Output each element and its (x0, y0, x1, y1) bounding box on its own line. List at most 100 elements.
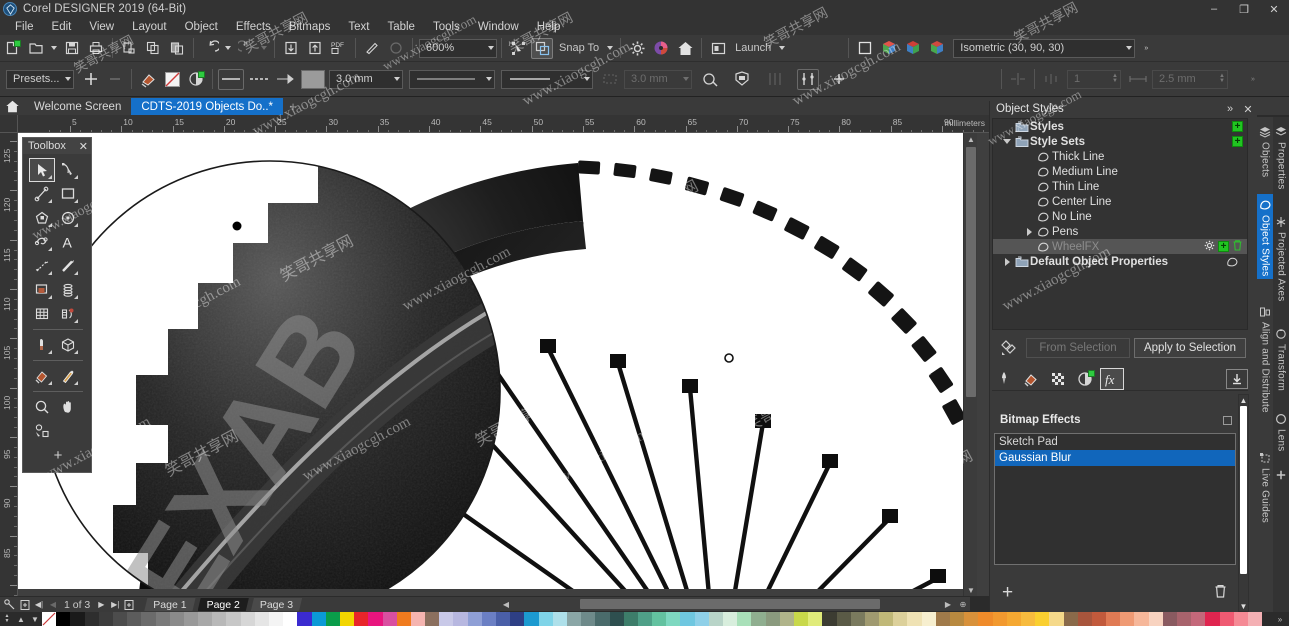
color-swatch[interactable] (1035, 612, 1050, 626)
style-tree-node[interactable]: WheelFX + (993, 239, 1247, 254)
canvas-horizontal-scrollbar[interactable]: ◀ ▶ ⊕ (500, 597, 970, 611)
page-tab[interactable]: Page 3 (250, 598, 303, 611)
page-settings-icon[interactable] (0, 598, 18, 612)
color-swatch[interactable] (1120, 612, 1135, 626)
export-button[interactable] (304, 38, 326, 59)
transparency-icon[interactable] (1046, 368, 1070, 390)
expander-collapsed-icon[interactable] (1023, 227, 1035, 236)
touch-up-button[interactable] (361, 38, 383, 59)
palette-scroll-down-icon[interactable]: ▼ (5, 619, 10, 624)
bitmap-effect-item[interactable]: Sketch Pad (995, 434, 1235, 450)
previous-page-button[interactable]: ◀ (46, 598, 60, 612)
color-swatch[interactable] (751, 612, 766, 626)
page-area[interactable]: VEXAB (18, 133, 975, 589)
document-tab-1[interactable]: CDTS-2019 Objects Do..* (131, 98, 284, 115)
color-swatch[interactable] (127, 612, 142, 626)
line-style-combo[interactable] (409, 69, 495, 89)
presets-combo[interactable]: Presets... (6, 69, 74, 89)
color-swatch[interactable] (212, 612, 227, 626)
shape-tool[interactable] (55, 158, 81, 182)
weld-button[interactable] (731, 69, 753, 90)
color-swatch[interactable] (240, 612, 255, 626)
color-swatch[interactable] (1134, 612, 1149, 626)
style-tree-node[interactable]: No Line (993, 209, 1247, 224)
menu-view[interactable]: View (80, 19, 123, 34)
menu-effects[interactable]: Effects (227, 19, 280, 34)
scroll-right-icon[interactable]: ▶ (942, 597, 954, 611)
dimension-tool[interactable] (29, 254, 55, 278)
launch-dropdown[interactable] (776, 38, 788, 59)
projection-box3-button[interactable] (926, 38, 948, 59)
outline-color-swatch[interactable] (301, 69, 325, 89)
color-swatch[interactable] (1247, 612, 1263, 626)
new-document-button[interactable] (1, 38, 23, 59)
import-button[interactable] (280, 38, 302, 59)
docker-tab-projected-axes[interactable]: Projected Axes (1273, 211, 1289, 304)
interactive-fill-tool[interactable] (55, 364, 81, 388)
color-swatch[interactable] (1063, 612, 1078, 626)
color-swatch[interactable] (510, 612, 525, 626)
palette-expand-button[interactable]: » (1271, 612, 1289, 626)
home-icon[interactable] (0, 97, 24, 115)
no-fill-button[interactable] (161, 69, 183, 90)
vertical-ruler[interactable]: 12512011511010510095908580 (0, 133, 18, 596)
color-swatch[interactable] (1219, 612, 1234, 626)
color-swatch[interactable] (623, 612, 638, 626)
style-tree-node[interactable]: Thin Line (993, 179, 1247, 194)
undo-button[interactable] (199, 38, 221, 59)
color-swatch[interactable] (864, 612, 880, 626)
color-swatch[interactable] (879, 612, 894, 626)
color-swatch[interactable] (694, 612, 709, 626)
outline-dash-button[interactable] (246, 69, 272, 90)
line-tool[interactable] (29, 182, 55, 206)
color-swatch[interactable] (339, 612, 355, 626)
palette-page-up-icon[interactable]: ▲ (14, 612, 28, 626)
color-swatch[interactable] (396, 612, 411, 626)
color-swatch[interactable] (325, 612, 340, 626)
blend-tool[interactable] (55, 278, 81, 302)
color-swatch[interactable] (907, 612, 922, 626)
color-icon[interactable] (1073, 368, 1097, 390)
table-tool[interactable] (29, 302, 55, 326)
text-tool[interactable]: A (55, 230, 81, 254)
color-swatch[interactable] (1162, 612, 1177, 626)
select-all-nodes-button[interactable] (507, 38, 529, 59)
projection-box1-button[interactable] (878, 38, 900, 59)
menu-file[interactable]: File (6, 19, 43, 34)
add-page-after-icon[interactable] (122, 598, 136, 612)
color-swatch[interactable] (56, 612, 71, 626)
color-swatch[interactable] (921, 612, 936, 626)
save-document-button[interactable] (61, 38, 83, 59)
color-swatch[interactable] (992, 612, 1007, 626)
color-swatch[interactable] (496, 612, 511, 626)
color-swatch[interactable] (1006, 612, 1021, 626)
color-swatch[interactable] (453, 612, 468, 626)
first-page-button[interactable]: ◀| (32, 598, 46, 612)
color-swatch[interactable] (808, 612, 823, 626)
bitmap-effect-item[interactable]: Gaussian Blur (995, 450, 1235, 466)
add-effect-button[interactable]: + (1002, 583, 1013, 602)
open-recent-dropdown[interactable] (48, 38, 60, 59)
color-swatch[interactable] (1091, 612, 1107, 626)
color-swatch[interactable] (169, 612, 184, 626)
docker-tab-live-guides[interactable]: Live Guides (1257, 447, 1273, 525)
pan-tool[interactable] (55, 395, 81, 419)
docker-tab-lens[interactable]: Lens (1273, 408, 1289, 454)
zoom-level-combo[interactable]: 600% (419, 38, 497, 58)
fill-color-button[interactable] (137, 69, 159, 90)
menu-layout[interactable]: Layout (123, 19, 176, 34)
effects-fx-icon[interactable]: fx (1100, 367, 1124, 390)
trash-icon[interactable] (1232, 239, 1243, 254)
color-swatch[interactable] (652, 612, 667, 626)
color-swatch[interactable] (439, 612, 454, 626)
styles-tree[interactable]: Styles + Style Sets + Thick Line Medium Line T… (992, 118, 1248, 330)
minimize-button[interactable]: – (1199, 0, 1229, 18)
rectangle-tool[interactable] (55, 182, 81, 206)
color-swatch[interactable] (609, 612, 624, 626)
distribute-nodes-button[interactable] (797, 68, 819, 90)
outline-style-button[interactable] (218, 68, 244, 90)
print-button[interactable] (85, 38, 107, 59)
drawing-canvas[interactable]: VEXAB (18, 133, 989, 596)
color-swatch[interactable] (254, 612, 269, 626)
style-from-selection-icon[interactable] (992, 339, 1026, 357)
